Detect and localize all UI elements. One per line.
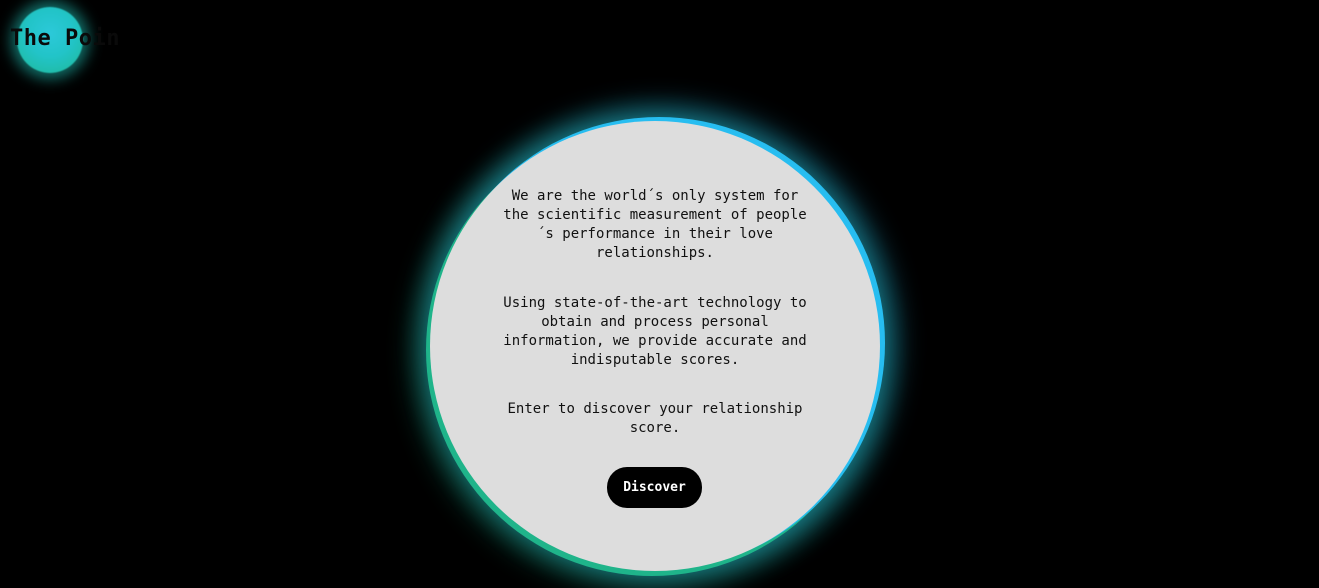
intro-circle: We are the world´s only system for the s… (430, 121, 880, 571)
brand-title: The Poin (10, 26, 120, 51)
intro-paragraph-3: Enter to discover your relationship scor… (507, 401, 803, 436)
intro-paragraph-2: Using state-of-the-art technology to obt… (503, 295, 807, 368)
intro-content: We are the world´s only system for the s… (430, 121, 880, 571)
intro-paragraph-1: We are the world´s only system for the s… (503, 188, 807, 261)
discover-button[interactable]: Discover (607, 467, 702, 508)
landing-page: The Poin We are the world´s only system … (0, 0, 1319, 588)
